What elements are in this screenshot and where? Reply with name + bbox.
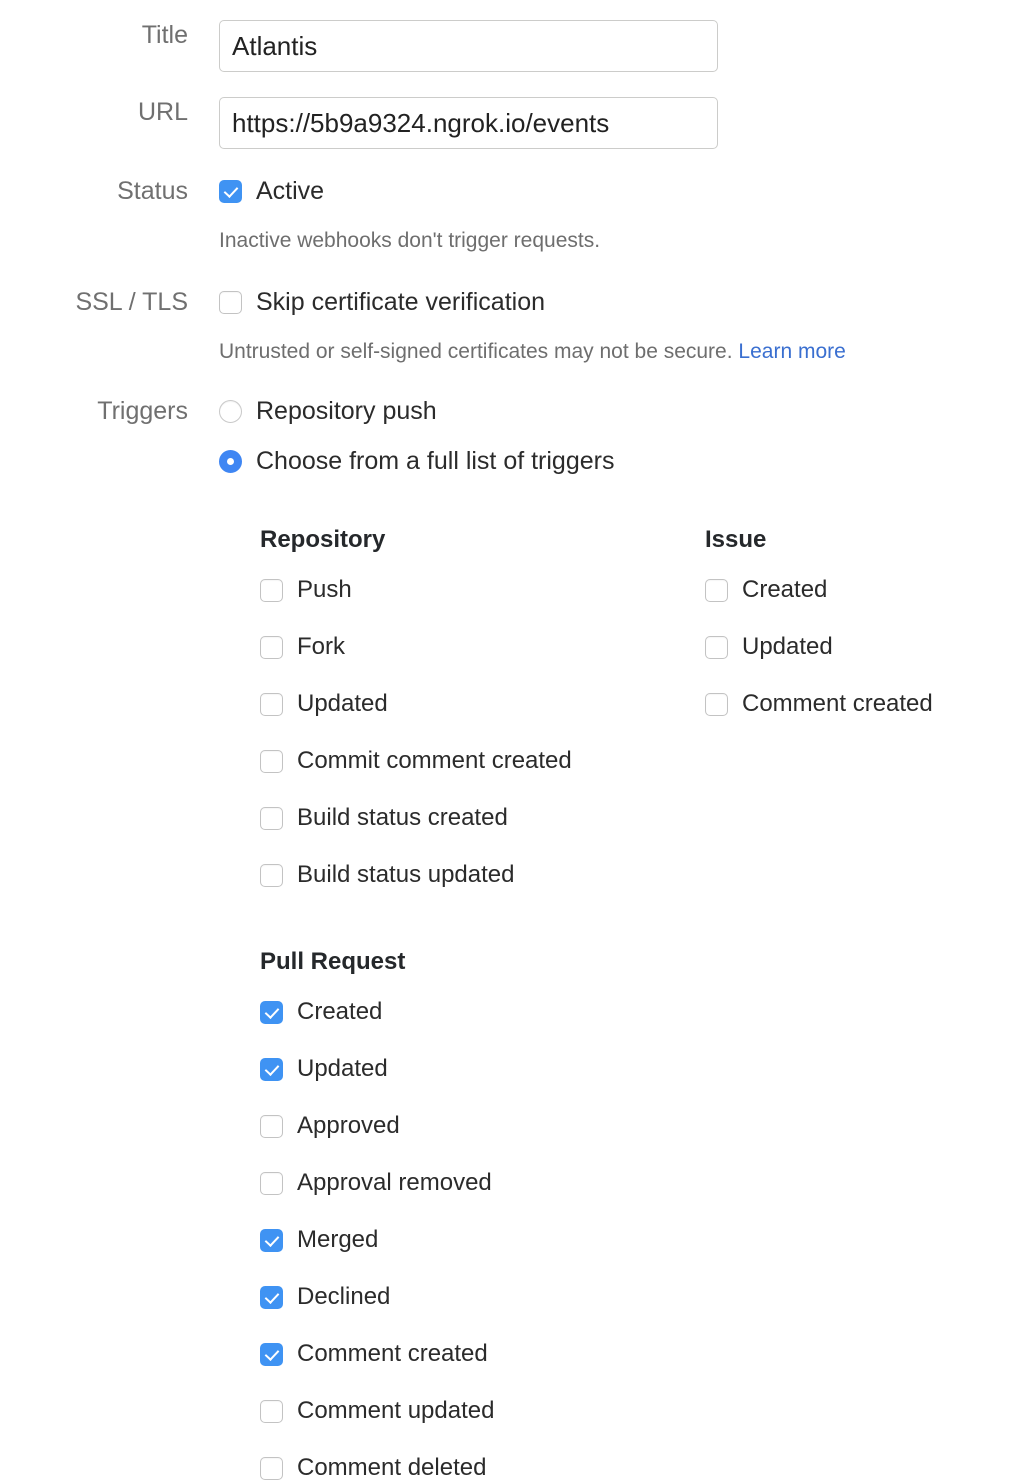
trigger-item-pr-comment-updated[interactable]: Comment updated: [260, 1396, 1036, 1426]
trigger-item-repository-push[interactable]: Push: [260, 575, 705, 605]
trigger-item-label: Commit comment created: [297, 747, 572, 774]
checkbox-icon-repository-push[interactable]: [260, 578, 283, 602]
status-row: Status Active Inactive webhooks don't tr…: [0, 176, 1036, 254]
trigger-item-label: Comment deleted: [297, 1454, 487, 1481]
checkbox-icon-pr-created[interactable]: [260, 1000, 283, 1024]
url-row: URL: [0, 97, 1036, 149]
trigger-mode-repository-push[interactable]: Repository push: [219, 396, 1036, 426]
trigger-item-repository-fork[interactable]: Fork: [260, 632, 705, 662]
checkbox-icon-pr-comment-updated[interactable]: [260, 1399, 283, 1423]
checkbox-icon-pr-merged[interactable]: [260, 1228, 283, 1252]
trigger-item-repository-commit-comment-created[interactable]: Commit comment created: [260, 746, 705, 776]
ssl-label: SSL / TLS: [75, 288, 188, 316]
trigger-group-pull-request-list: Created Updated Approved Approval remove…: [260, 997, 1036, 1483]
trigger-group-pull-request: Pull Request Created Updated Approved Ap…: [260, 947, 1036, 1483]
checkbox-icon-repository-build-status-updated[interactable]: [260, 863, 283, 887]
checkbox-icon-status-active[interactable]: [219, 179, 242, 203]
trigger-item-pr-comment-deleted[interactable]: Comment deleted: [260, 1453, 1036, 1483]
trigger-group-repository: Repository Push Fork Updated Commit comm…: [260, 525, 705, 890]
trigger-group-pull-request-title: Pull Request: [260, 948, 406, 975]
url-label: URL: [137, 98, 188, 126]
trigger-item-repository-updated[interactable]: Updated: [260, 689, 705, 719]
title-control: [188, 20, 1036, 72]
triggers-label: Triggers: [97, 397, 188, 425]
url-control: [188, 97, 1036, 149]
trigger-item-label: Build status updated: [297, 861, 515, 888]
checkbox-icon-pr-declined[interactable]: [260, 1285, 283, 1309]
ssl-skip-verification-option[interactable]: Skip certificate verification: [219, 287, 1036, 317]
checkbox-icon-pr-approved[interactable]: [260, 1114, 283, 1138]
trigger-mode-full-list-label: Choose from a full list of triggers: [256, 447, 615, 475]
trigger-mode-full-list[interactable]: Choose from a full list of triggers: [219, 446, 1036, 476]
ssl-helper-text: Untrusted or self-signed certificates ma…: [219, 339, 1036, 365]
trigger-item-label: Approved: [297, 1112, 400, 1139]
status-active-option[interactable]: Active: [219, 176, 1036, 206]
ssl-row: SSL / TLS Skip certificate verification …: [0, 287, 1036, 365]
url-input[interactable]: [219, 97, 718, 149]
trigger-item-pr-approval-removed[interactable]: Approval removed: [260, 1168, 1036, 1198]
triggers-row: Triggers Repository push Choose from a f…: [0, 396, 1036, 1483]
checkbox-icon-issue-comment-created[interactable]: [705, 692, 728, 716]
trigger-item-repository-build-status-updated[interactable]: Build status updated: [260, 860, 705, 890]
checkbox-icon-issue-created[interactable]: [705, 578, 728, 602]
ssl-skip-verification-label: Skip certificate verification: [256, 288, 546, 316]
checkbox-icon-pr-comment-created[interactable]: [260, 1342, 283, 1366]
trigger-item-label: Updated: [297, 1055, 388, 1082]
trigger-item-pr-approved[interactable]: Approved: [260, 1111, 1036, 1141]
trigger-groups: Repository Push Fork Updated Commit comm…: [219, 525, 1036, 1483]
trigger-groups-top-row: Repository Push Fork Updated Commit comm…: [260, 525, 1036, 890]
trigger-mode-repository-push-label: Repository push: [256, 397, 437, 425]
status-active-label: Active: [256, 177, 325, 205]
trigger-group-repository-title: Repository: [260, 526, 386, 553]
status-control: Active Inactive webhooks don't trigger r…: [188, 176, 1036, 254]
title-label: Title: [141, 21, 188, 49]
trigger-group-repository-list: Push Fork Updated Commit comment created…: [260, 575, 705, 890]
status-helper-text: Inactive webhooks don't trigger requests…: [219, 229, 601, 252]
trigger-item-label: Declined: [297, 1283, 391, 1310]
ssl-helper-sentence: Untrusted or self-signed certificates ma…: [219, 340, 733, 363]
learn-more-link[interactable]: Learn more: [738, 340, 845, 363]
checkbox-icon-repository-commit-comment-created[interactable]: [260, 749, 283, 773]
trigger-item-label: Push: [297, 576, 352, 603]
status-label: Status: [117, 177, 188, 205]
checkbox-icon-pr-comment-deleted[interactable]: [260, 1456, 283, 1480]
trigger-group-issue-title: Issue: [705, 526, 767, 553]
trigger-item-repository-build-status-created[interactable]: Build status created: [260, 803, 705, 833]
trigger-item-label: Created: [742, 576, 828, 603]
trigger-item-label: Comment updated: [297, 1397, 495, 1424]
trigger-item-issue-created[interactable]: Created: [705, 575, 933, 605]
checkbox-icon-pr-updated[interactable]: [260, 1057, 283, 1081]
checkbox-icon-skip-certificate-verification[interactable]: [219, 290, 242, 314]
trigger-item-label: Build status created: [297, 804, 508, 831]
title-input[interactable]: [219, 20, 718, 72]
trigger-item-issue-updated[interactable]: Updated: [705, 632, 933, 662]
checkbox-icon-pr-approval-removed[interactable]: [260, 1171, 283, 1195]
trigger-item-label: Created: [297, 998, 383, 1025]
trigger-item-label: Approval removed: [297, 1169, 492, 1196]
ssl-control: Skip certificate verification Untrusted …: [188, 287, 1036, 365]
title-row: Title: [0, 20, 1036, 72]
triggers-control: Repository push Choose from a full list …: [188, 396, 1036, 1483]
trigger-item-pr-merged[interactable]: Merged: [260, 1225, 1036, 1255]
trigger-item-label: Comment created: [297, 1340, 488, 1367]
trigger-item-pr-comment-created[interactable]: Comment created: [260, 1339, 1036, 1369]
checkbox-icon-repository-build-status-created[interactable]: [260, 806, 283, 830]
trigger-item-label: Updated: [742, 633, 833, 660]
trigger-item-label: Comment created: [742, 690, 933, 717]
checkbox-icon-repository-updated[interactable]: [260, 692, 283, 716]
trigger-group-issue-list: Created Updated Comment created: [705, 575, 933, 719]
trigger-item-pr-declined[interactable]: Declined: [260, 1282, 1036, 1312]
trigger-item-label: Fork: [297, 633, 345, 660]
trigger-item-label: Merged: [297, 1226, 379, 1253]
checkbox-icon-issue-updated[interactable]: [705, 635, 728, 659]
trigger-item-issue-comment-created[interactable]: Comment created: [705, 689, 933, 719]
webhook-settings-form: Title URL Status Active Inactive webhook…: [0, 20, 1036, 1481]
radio-icon-repository-push[interactable]: [219, 399, 242, 423]
trigger-item-label: Updated: [297, 690, 388, 717]
trigger-item-pr-created[interactable]: Created: [260, 997, 1036, 1027]
checkbox-icon-repository-fork[interactable]: [260, 635, 283, 659]
trigger-item-pr-updated[interactable]: Updated: [260, 1054, 1036, 1084]
trigger-group-issue: Issue Created Updated Comment created: [705, 525, 933, 890]
radio-icon-full-list-of-triggers[interactable]: [219, 449, 242, 473]
